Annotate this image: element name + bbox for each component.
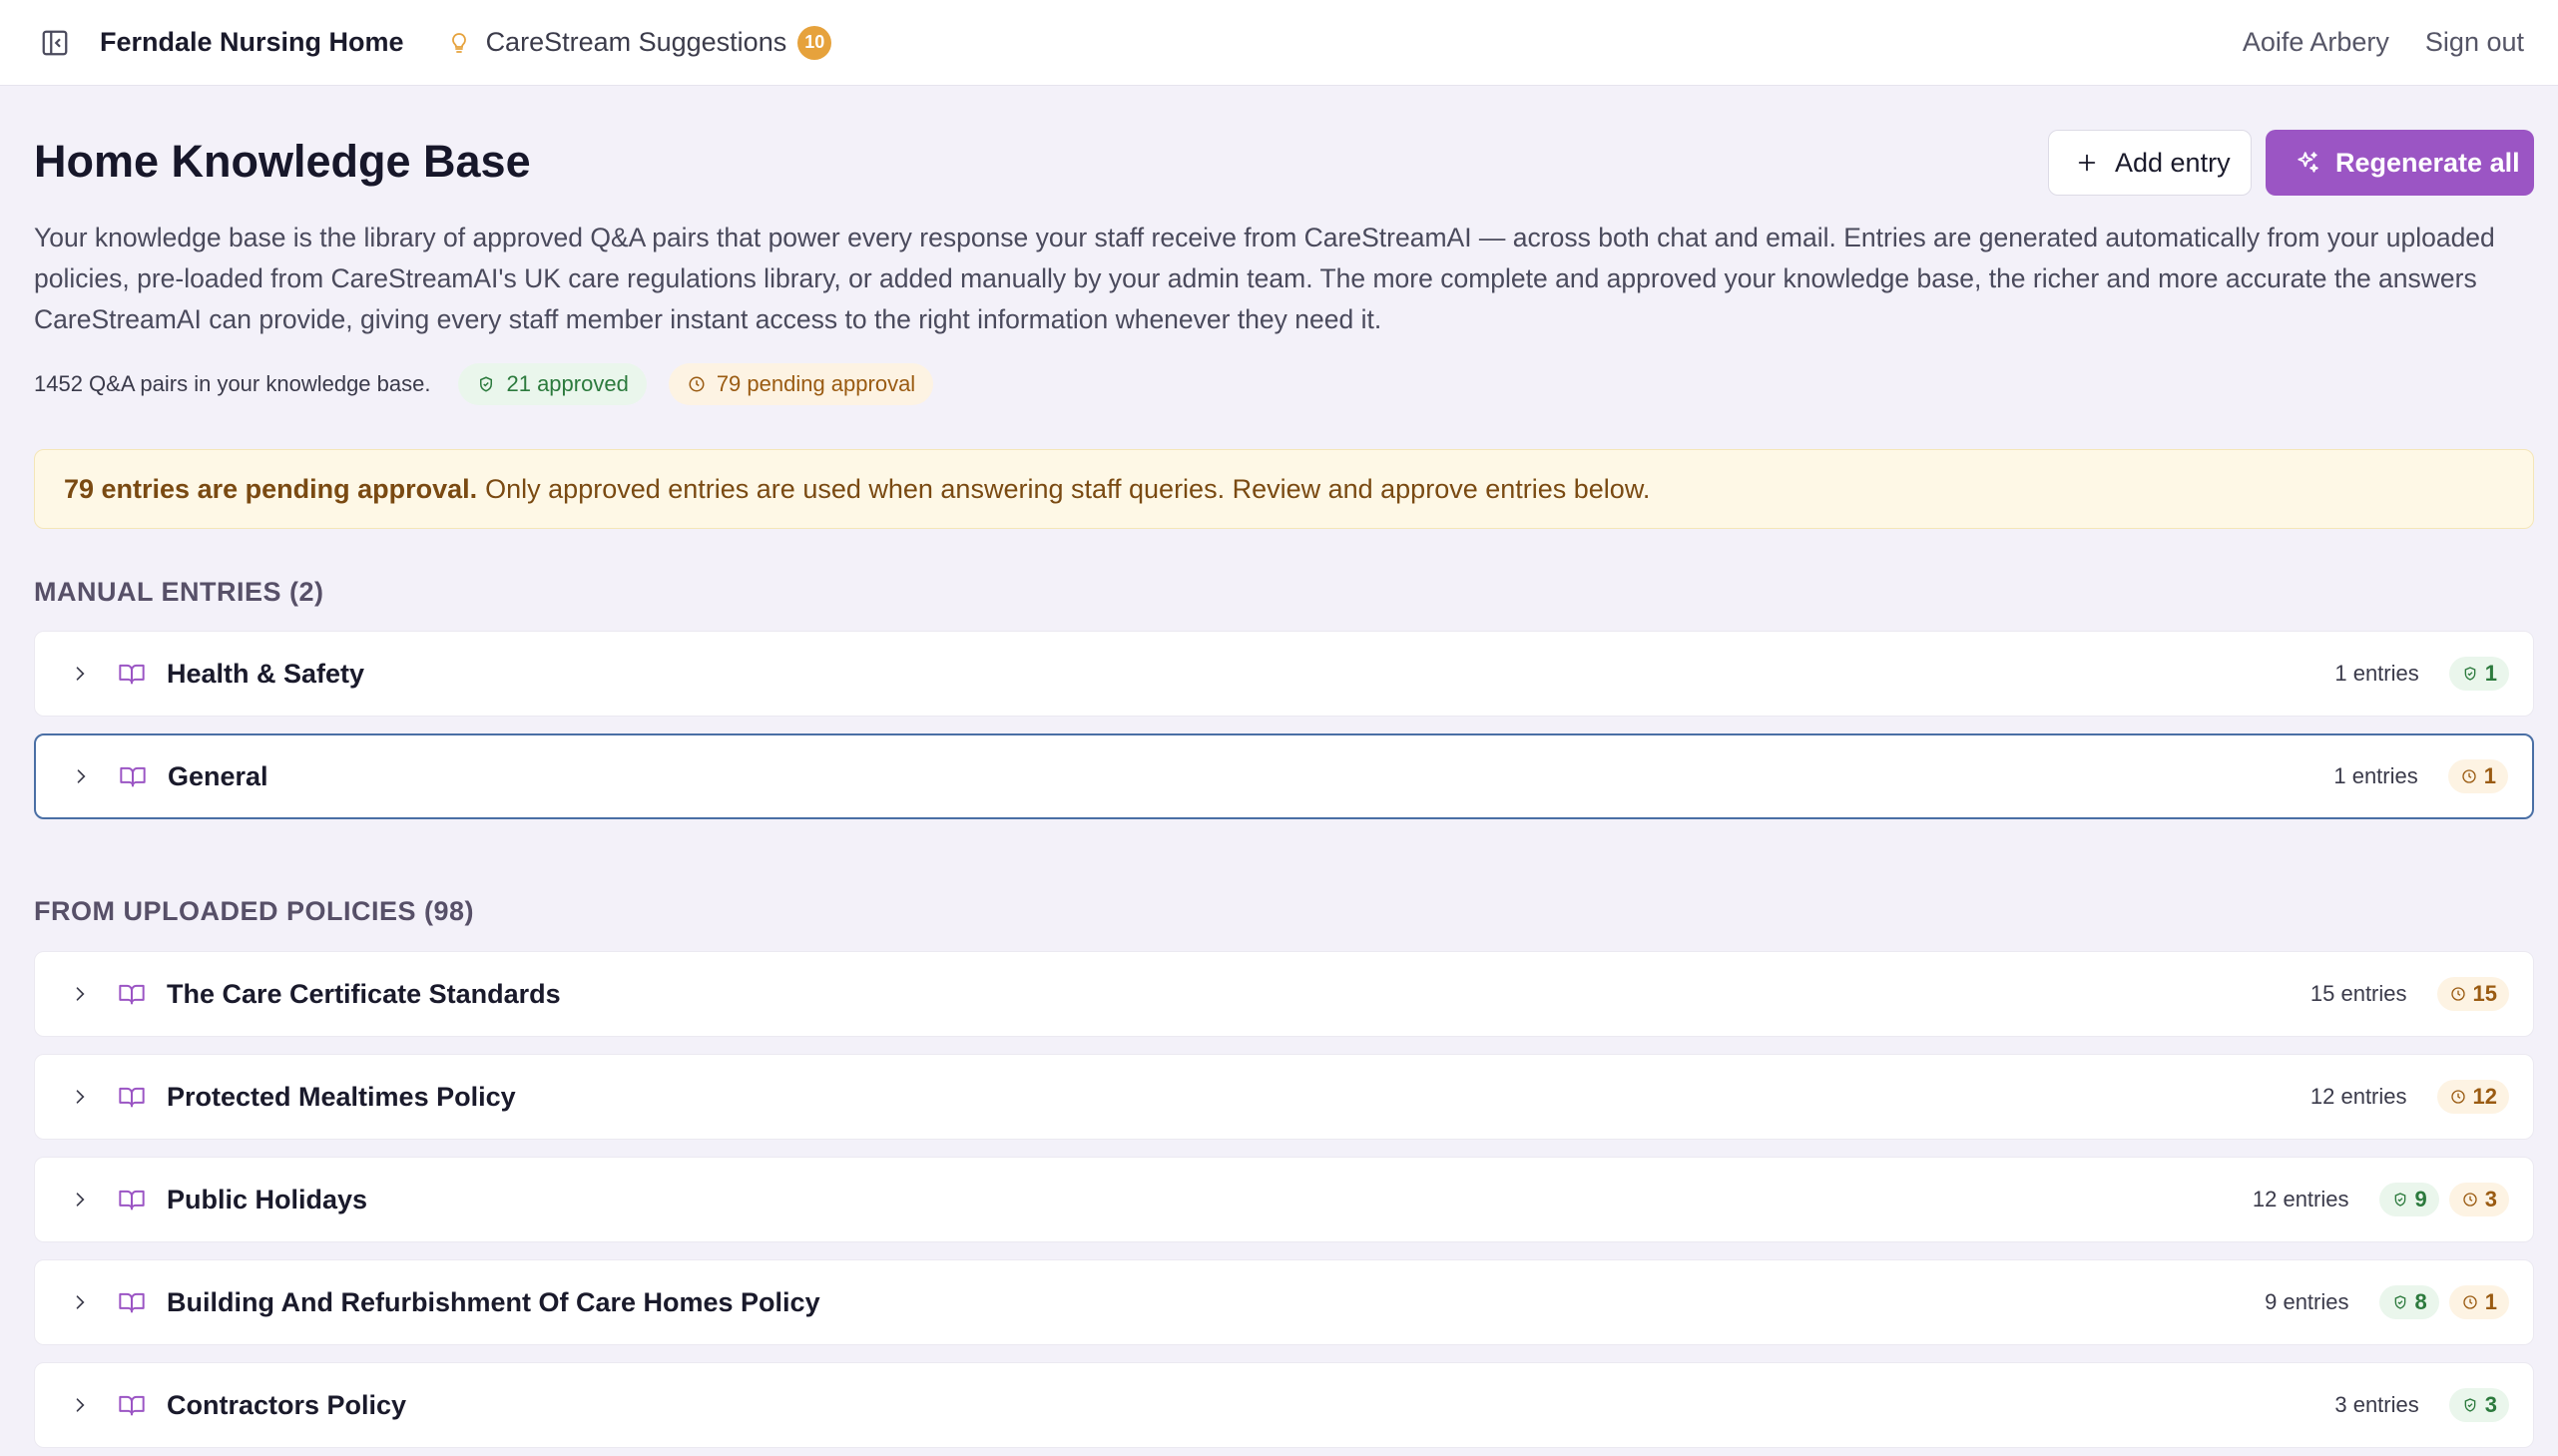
category-row-building-refurbishment[interactable]: Building And Refurbishment Of Care Homes… — [34, 1259, 2534, 1345]
pending-badge: 12 — [2436, 1080, 2509, 1114]
category-row-public-holidays[interactable]: Public Holidays 12 entries 9 3 — [34, 1157, 2534, 1242]
category-name: Health & Safety — [167, 658, 365, 689]
shield-check-icon — [476, 374, 496, 394]
category-name: Building And Refurbishment Of Care Homes… — [167, 1286, 820, 1317]
plus-icon — [2073, 149, 2101, 177]
suggestions-label: CareStream Suggestions — [485, 27, 787, 57]
book-open-icon — [116, 1389, 148, 1421]
regenerate-all-button[interactable]: Regenerate all — [2266, 130, 2534, 196]
pending-badge: 15 — [2436, 977, 2509, 1011]
clock-icon — [2449, 1088, 2467, 1106]
page-title: Home Knowledge Base — [34, 136, 531, 187]
book-open-icon — [117, 760, 149, 792]
chevron-right-icon — [65, 1287, 95, 1317]
pending-count-pill: 79 pending approval — [668, 363, 934, 405]
category-row-general[interactable]: General 1 entries 1 — [34, 733, 2534, 819]
top-bar: Ferndale Nursing Home CareStream Suggest… — [0, 0, 2558, 86]
category-row-protected-mealtimes[interactable]: Protected Mealtimes Policy 12 entries 12 — [34, 1054, 2534, 1140]
entries-count: 15 entries — [2309, 981, 2407, 1006]
pending-badge-count: 12 — [2472, 1084, 2497, 1109]
book-open-icon — [116, 1081, 148, 1113]
shield-check-icon — [2461, 1396, 2479, 1414]
category-row-care-certificate-standards[interactable]: The Care Certificate Standards 15 entrie… — [34, 951, 2534, 1037]
category-name: Public Holidays — [167, 1184, 368, 1214]
book-open-icon — [116, 978, 148, 1010]
user-name: Aoife Arbery — [2242, 27, 2389, 57]
shield-check-icon — [2391, 1191, 2409, 1209]
suggestions-count-badge: 10 — [797, 25, 832, 60]
pending-badge-count: 1 — [2483, 763, 2496, 788]
category-name: The Care Certificate Standards — [167, 978, 561, 1009]
chevron-right-icon — [65, 1082, 95, 1112]
pending-badge-count: 3 — [2484, 1187, 2497, 1212]
entries-count: 1 entries — [2334, 661, 2419, 686]
category-row-health-safety[interactable]: Health & Safety 1 entries 1 — [34, 631, 2534, 717]
alert-bold-text: 79 entries are pending approval. — [64, 473, 478, 504]
book-open-icon — [116, 1286, 148, 1318]
shield-check-icon — [2461, 665, 2479, 683]
approved-badge-count: 9 — [2414, 1187, 2427, 1212]
pending-badge: 3 — [2448, 1183, 2509, 1216]
book-open-icon — [116, 1184, 148, 1215]
approved-count-text: 21 approved — [506, 371, 629, 396]
approved-badge: 8 — [2378, 1285, 2439, 1319]
approved-badge: 3 — [2448, 1388, 2509, 1422]
regenerate-all-label: Regenerate all — [2335, 147, 2520, 178]
approved-count-pill: 21 approved — [458, 363, 647, 405]
chevron-right-icon — [65, 1390, 95, 1420]
stats-row: 1452 Q&A pairs in your knowledge base. 2… — [34, 363, 934, 405]
entries-count: 12 entries — [2309, 1084, 2407, 1109]
manual-entries-heading: MANUAL ENTRIES (2) — [34, 577, 324, 607]
clock-icon — [687, 374, 707, 394]
chevron-right-icon — [66, 761, 96, 791]
category-name: General — [168, 760, 268, 791]
pending-badge-count: 1 — [2484, 1289, 2497, 1314]
entries-count: 3 entries — [2334, 1392, 2419, 1417]
knowledge-base-description: Your knowledge base is the library of ap… — [34, 223, 2495, 334]
brand-name: Ferndale Nursing Home — [100, 27, 404, 57]
clock-icon — [2461, 1293, 2479, 1311]
shield-check-icon — [2391, 1293, 2409, 1311]
entries-count: 9 entries — [2265, 1289, 2349, 1314]
entries-count: 12 entries — [2252, 1187, 2349, 1212]
lightbulb-icon — [444, 28, 474, 58]
book-open-icon — [116, 658, 148, 690]
sign-out-link[interactable]: Sign out — [2425, 27, 2524, 58]
carestream-suggestions-link[interactable]: CareStream Suggestions 10 — [444, 25, 832, 60]
chevron-right-icon — [65, 979, 95, 1009]
clock-icon — [2460, 767, 2478, 785]
approved-badge: 9 — [2378, 1183, 2439, 1216]
total-pairs-text: 1452 Q&A pairs in your knowledge base. — [34, 371, 431, 396]
sparkles-icon — [2294, 149, 2321, 177]
approved-badge-count: 8 — [2414, 1289, 2427, 1314]
pending-badge: 1 — [2448, 1285, 2509, 1319]
approved-badge: 1 — [2448, 657, 2509, 691]
add-entry-button[interactable]: Add entry — [2048, 130, 2252, 196]
pending-count-text: 79 pending approval — [716, 371, 916, 396]
clock-icon — [2449, 985, 2467, 1003]
category-name: Protected Mealtimes Policy — [167, 1081, 516, 1112]
entries-count: 1 entries — [2333, 763, 2418, 788]
clock-icon — [2461, 1191, 2479, 1209]
uploaded-policies-heading: FROM UPLOADED POLICIES (98) — [34, 896, 475, 926]
sidebar-toggle-icon[interactable] — [34, 22, 76, 64]
pending-badge: 1 — [2447, 759, 2508, 793]
category-row-contractors-policy[interactable]: Contractors Policy 3 entries 3 — [34, 1362, 2534, 1448]
alert-text: Only approved entries are used when answ… — [485, 473, 1651, 504]
chevron-right-icon — [65, 1185, 95, 1214]
approved-badge-count: 1 — [2484, 661, 2497, 686]
approved-badge-count: 3 — [2484, 1392, 2497, 1417]
category-name: Contractors Policy — [167, 1389, 407, 1420]
add-entry-label: Add entry — [2115, 147, 2231, 178]
chevron-right-icon — [65, 659, 95, 689]
pending-approval-alert: 79 entries are pending approval. Only ap… — [34, 449, 2534, 529]
pending-badge-count: 15 — [2472, 981, 2497, 1006]
